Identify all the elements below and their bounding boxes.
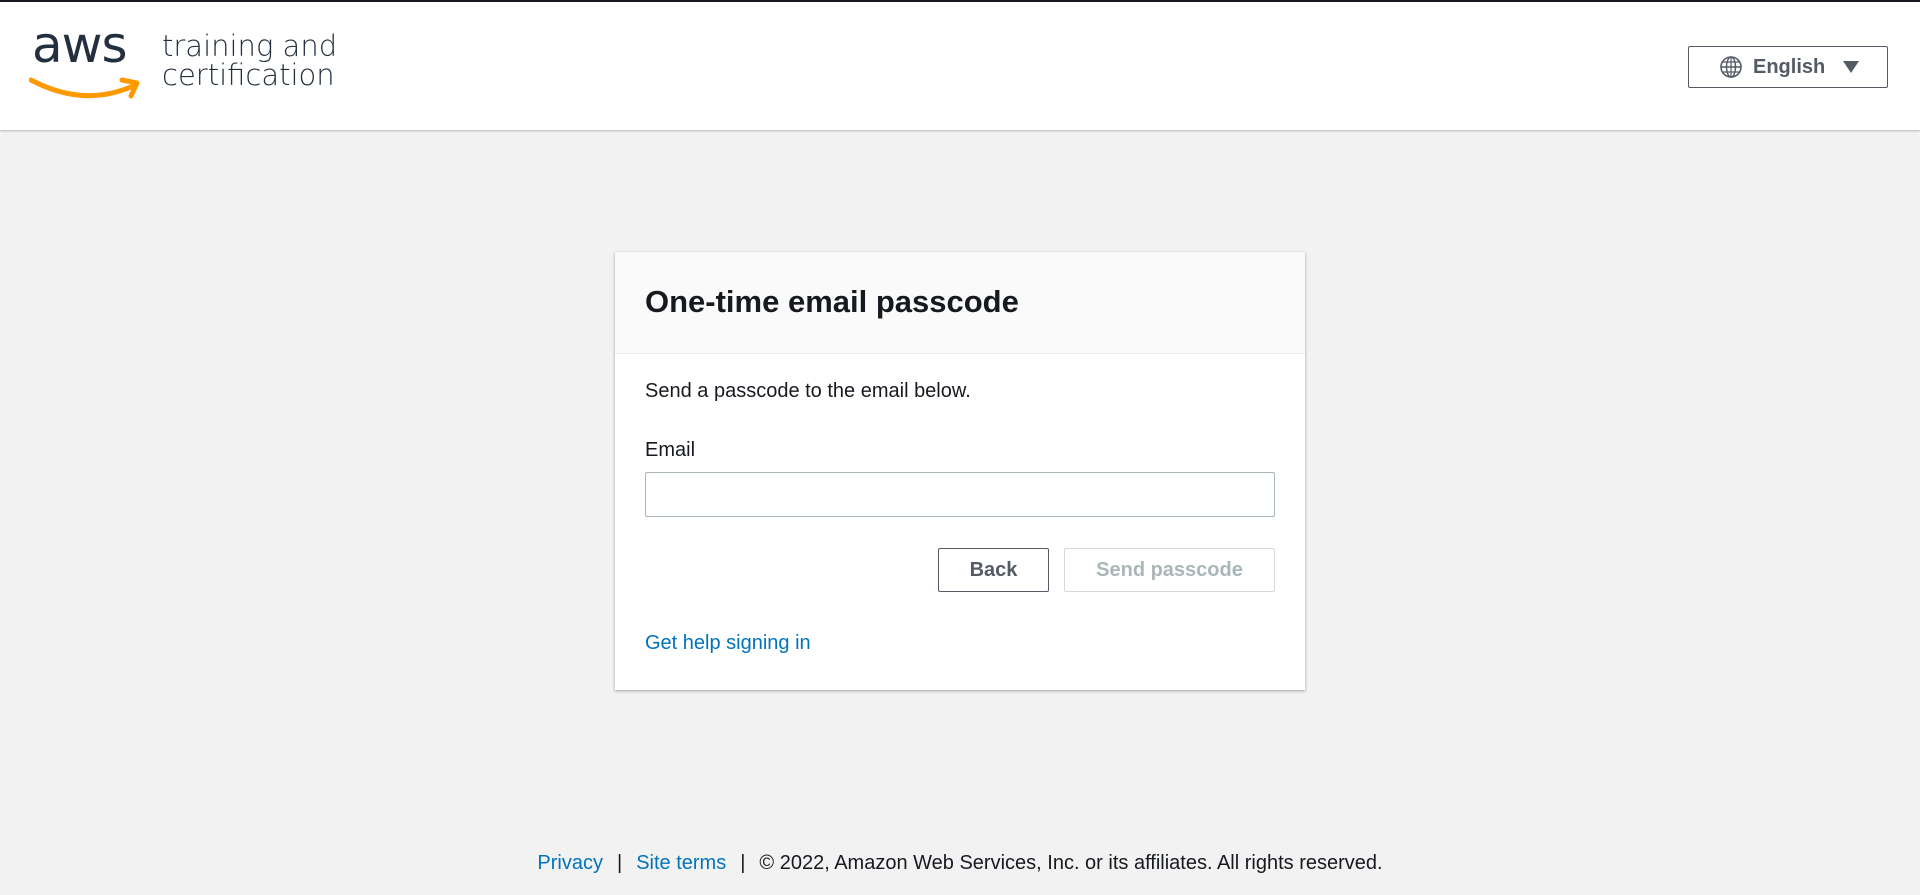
email-label: Email [645, 439, 696, 461]
footer-separator: | [616, 852, 623, 874]
passcode-card: One-time email passcode Send a passcode … [615, 252, 1305, 690]
language-selector[interactable]: English [1688, 46, 1888, 88]
back-button[interactable]: Back [938, 548, 1049, 592]
aws-training-logo[interactable]: aws training and certification [29, 20, 337, 108]
copyright-text: © 2022, Amazon Web Services, Inc. or its… [759, 852, 1383, 874]
email-input[interactable] [645, 472, 1275, 517]
aws-wordmark: aws [32, 16, 128, 74]
card-description: Send a passcode to the email below. [645, 380, 971, 402]
footer-separator: | [740, 852, 746, 874]
top-header: aws training and certification English [0, 0, 1920, 130]
send-passcode-button[interactable]: Send passcode [1064, 548, 1275, 592]
logo-subtitle: training and certification [162, 32, 337, 90]
help-signing-in-link[interactable]: Get help signing in [645, 632, 811, 655]
language-label: English [1753, 55, 1826, 78]
logo-subtitle-line1: training and [162, 29, 338, 63]
footer: Privacy | Site terms | © 2022, Amazon Web Se… [0, 852, 1920, 875]
privacy-link[interactable]: Privacy [537, 852, 603, 874]
site-terms-link[interactable]: Site terms [636, 852, 726, 874]
logo-subtitle-line2: certification [162, 58, 335, 92]
card-header: One-time email passcode [615, 252, 1305, 354]
page-title: One-time email passcode [645, 284, 1019, 319]
caret-down-icon [1843, 61, 1860, 73]
globe-icon [1719, 55, 1743, 79]
aws-logo-mark: aws [29, 20, 144, 108]
aws-smile-icon [29, 77, 140, 99]
form-actions: Back Send passcode [645, 548, 1275, 592]
card-body: Send a passcode to the email below. Emai… [615, 354, 1305, 655]
